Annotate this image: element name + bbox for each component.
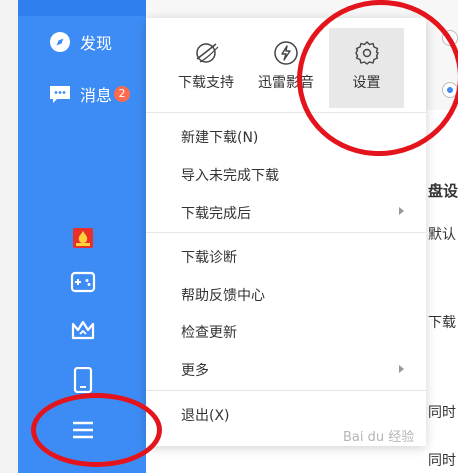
sidebar-item-discover[interactable]: 发现 bbox=[48, 30, 112, 54]
setting-label: 同时 bbox=[428, 453, 456, 469]
sidebar-item-label: 发现 bbox=[80, 34, 113, 53]
compass-icon bbox=[48, 30, 72, 54]
setting-label: 同时 bbox=[428, 405, 456, 421]
menu-item-after-download[interactable]: 下载完成后 bbox=[181, 203, 251, 223]
menu-item-more[interactable]: 更多 bbox=[181, 360, 209, 380]
gift-icon[interactable] bbox=[69, 224, 97, 252]
left-edge-strip bbox=[0, 0, 18, 473]
unread-badge: 2 bbox=[114, 86, 131, 102]
menu-item-download-diagnosis[interactable]: 下载诊断 bbox=[181, 247, 237, 267]
setting-label: 下载 bbox=[428, 315, 456, 331]
crown-icon[interactable] bbox=[69, 316, 97, 344]
section-heading: 盘设 bbox=[428, 182, 458, 200]
menu-item-new-download[interactable]: 新建下载(N) bbox=[181, 127, 258, 147]
message-icon bbox=[48, 82, 72, 106]
sidebar-item-messages[interactable]: 消息 2 bbox=[48, 82, 131, 106]
submenu-arrow-icon bbox=[399, 207, 404, 215]
menu-item-import-unfinished[interactable]: 导入未完成下载 bbox=[181, 165, 279, 185]
tool-label: 下载支持 bbox=[178, 75, 234, 91]
sidebar-item-label: 消息 bbox=[80, 86, 113, 105]
submenu-arrow-icon bbox=[399, 365, 404, 373]
download-support-icon bbox=[191, 38, 221, 68]
setting-label: 默认 bbox=[428, 227, 456, 243]
sidebar-top-bar bbox=[18, 0, 146, 16]
watermark-text: Bai du 经验 bbox=[343, 430, 415, 445]
menu-divider bbox=[146, 232, 426, 233]
menu-item-check-update[interactable]: 检查更新 bbox=[181, 322, 237, 342]
annotation-circle-menu bbox=[31, 393, 162, 467]
xunlei-player-icon bbox=[271, 38, 301, 68]
gamepad-icon[interactable] bbox=[69, 268, 97, 296]
menu-item-exit[interactable]: 退出(X) bbox=[181, 405, 230, 425]
phone-icon[interactable] bbox=[69, 366, 97, 394]
menu-item-help-feedback[interactable]: 帮助反馈中心 bbox=[181, 285, 265, 305]
tool-download-support[interactable]: 下载支持 bbox=[166, 28, 246, 108]
menu-divider bbox=[146, 390, 426, 391]
